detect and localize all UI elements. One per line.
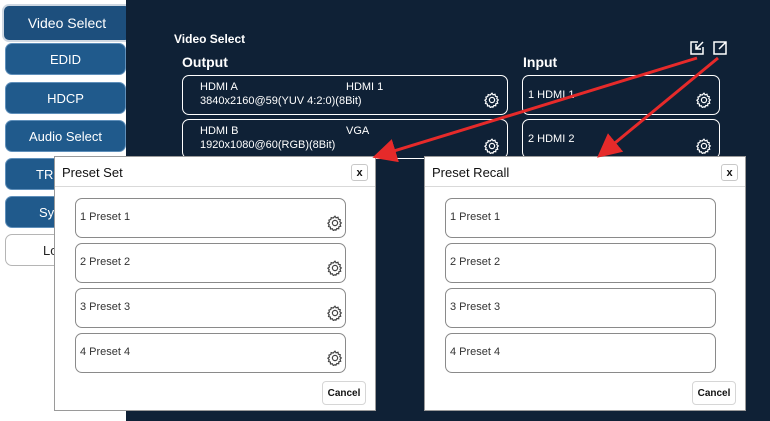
sidebar-item-label: Audio Select — [29, 128, 102, 144]
page-title: Video Select — [174, 32, 246, 46]
input-card-1[interactable]: 1 HDMI 1 — [522, 75, 720, 115]
close-button[interactable]: x — [351, 164, 368, 181]
cancel-button[interactable]: Cancel — [322, 381, 366, 405]
output-source: VGA — [346, 125, 370, 137]
preset-label: 1 Preset 1 — [80, 211, 131, 223]
gear-icon[interactable] — [327, 260, 343, 276]
preset-label: 2 Preset 2 — [80, 256, 131, 268]
cancel-button[interactable]: Cancel — [692, 381, 736, 405]
sidebar-item-video-select[interactable]: Video Select — [2, 4, 132, 42]
output-name: HDMI B — [200, 125, 239, 137]
preset-label: 2 Preset 2 — [450, 256, 501, 268]
preset-label: 1 Preset 1 — [450, 211, 501, 223]
dialog-title: Preset Recall — [432, 165, 510, 180]
sidebar-item-edid[interactable]: EDID — [5, 43, 126, 75]
dialog-title: Preset Set — [62, 165, 123, 180]
preset-set-dialog: Preset Set x 1 Preset 1 2 Preset 2 3 Pre… — [54, 156, 376, 411]
gear-icon[interactable] — [696, 92, 712, 108]
preset-set-item-1[interactable]: 1 Preset 1 — [75, 198, 346, 238]
preset-label: 3 Preset 3 — [80, 301, 131, 313]
gear-icon[interactable] — [327, 215, 343, 231]
output-card-hdmi-b[interactable]: HDMI B VGA 1920x1080@60(RGB)(8Bit) — [182, 119, 508, 159]
output-resolution: 3840x2160@59(YUV 4:2:0)(8Bit) — [200, 95, 362, 107]
sidebar-item-label: TR — [36, 166, 54, 182]
gear-icon[interactable] — [327, 350, 343, 366]
input-header: Input — [523, 54, 558, 70]
preset-label: 3 Preset 3 — [450, 301, 501, 313]
gear-icon[interactable] — [327, 305, 343, 321]
sidebar-item-label: Sy — [39, 204, 55, 220]
preset-set-item-2[interactable]: 2 Preset 2 — [75, 243, 346, 283]
sidebar-item-hdcp[interactable]: HDCP — [5, 82, 126, 114]
preset-recall-item-4[interactable]: 4 Preset 4 — [445, 333, 716, 373]
preset-recall-item-2[interactable]: 2 Preset 2 — [445, 243, 716, 283]
preset-save-icon[interactable] — [689, 40, 705, 56]
divider — [55, 186, 375, 187]
preset-label: 4 Preset 4 — [80, 346, 131, 358]
output-source: HDMI 1 — [346, 81, 384, 93]
output-card-hdmi-a[interactable]: HDMI A HDMI 1 3840x2160@59(YUV 4:2:0)(8B… — [182, 75, 508, 115]
gear-icon[interactable] — [484, 138, 500, 154]
preset-recall-dialog: Preset Recall x 1 Preset 1 2 Preset 2 3 … — [424, 156, 746, 411]
gear-icon[interactable] — [484, 92, 500, 108]
preset-recall-item-3[interactable]: 3 Preset 3 — [445, 288, 716, 328]
output-name: HDMI A — [200, 81, 238, 93]
close-button[interactable]: x — [721, 164, 738, 181]
sidebar-item-label: EDID — [49, 51, 82, 67]
input-card-2[interactable]: 2 HDMI 2 — [522, 119, 720, 159]
sidebar-item-label: HDCP — [47, 90, 84, 106]
output-header: Output — [182, 54, 228, 70]
output-resolution: 1920x1080@60(RGB)(8Bit) — [200, 139, 336, 151]
input-label: 2 HDMI 2 — [528, 133, 575, 145]
preset-recall-item-1[interactable]: 1 Preset 1 — [445, 198, 716, 238]
preset-label: 4 Preset 4 — [450, 346, 501, 358]
input-label: 1 HDMI 1 — [528, 89, 575, 101]
preset-recall-icon[interactable] — [712, 40, 728, 56]
preset-set-item-4[interactable]: 4 Preset 4 — [75, 333, 346, 373]
sidebar-item-audio-select[interactable]: Audio Select — [5, 120, 126, 152]
sidebar-item-label: Video Select — [27, 15, 107, 31]
gear-icon[interactable] — [696, 138, 712, 154]
divider — [425, 186, 745, 187]
preset-set-item-3[interactable]: 3 Preset 3 — [75, 288, 346, 328]
